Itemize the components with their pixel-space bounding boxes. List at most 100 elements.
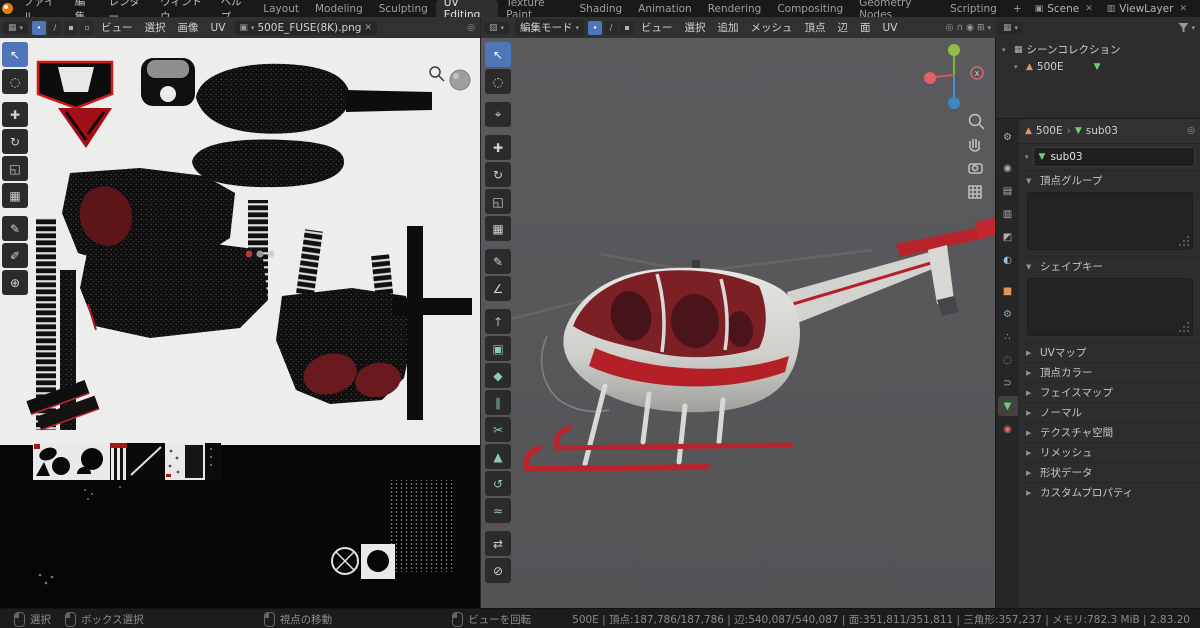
breadcrumb-data[interactable]: sub03 [1086,125,1118,137]
uv-menu-view[interactable]: ビュー [95,20,139,35]
tool-tweak[interactable]: ↖ [485,42,511,67]
pin-icon[interactable]: ◎ [467,23,475,33]
tool-select-circle[interactable]: ◌ [485,69,511,94]
mesh-menu[interactable]: メッシュ [745,20,799,35]
snap-magnet-icon[interactable]: ∩ [956,23,963,33]
tool-loop-cut[interactable]: ∥ [485,390,511,415]
select-mode-face[interactable]: ▪ [620,20,635,35]
scene-selector[interactable]: ▣ Scene ✕ [1030,3,1100,15]
tool-bevel[interactable]: ◆ [485,363,511,388]
tab-view-layer[interactable]: ▥ [998,204,1018,224]
menu-edit[interactable]: 編集 [67,0,101,23]
workspace-tab-compositing[interactable]: Compositing [769,0,851,17]
tool-poly-build[interactable]: ▲ [485,444,511,469]
tab-object[interactable]: ■ [998,281,1018,301]
tool-spin[interactable]: ↺ [485,471,511,496]
section-face-maps[interactable]: ▶ フェイスマップ [1019,382,1200,402]
tool-rip-region[interactable]: ⊘ [485,558,511,583]
menu-window[interactable]: ウィンドウ [152,0,212,23]
tab-modifiers[interactable]: ⚙ [998,304,1018,324]
tab-constraints[interactable]: ⊃ [998,373,1018,393]
tool-move[interactable]: ✚ [485,135,511,160]
image-unlink-icon[interactable]: ✕ [364,23,372,33]
workspace-tab-scripting[interactable]: Scripting [942,0,1005,17]
add-workspace-button[interactable]: + [1005,0,1030,17]
workspace-tab-geometry-nodes[interactable]: Geometry Nodes [851,0,942,21]
section-texture-space[interactable]: ▶ テクスチャ空間 [1019,422,1200,442]
breadcrumb-object[interactable]: 500E [1036,125,1063,137]
pin-icon[interactable]: ◎ [1187,126,1195,136]
uv-tool-rotate[interactable]: ↻ [2,129,28,154]
tool-scale[interactable]: ◱ [485,189,511,214]
section-normals[interactable]: ▶ ノーマル [1019,402,1200,422]
section-uv-maps[interactable]: ▶ UVマップ [1019,342,1200,362]
overlays-icon[interactable]: ⊞ [977,23,985,33]
section-vertex-colors[interactable]: ▶ 頂点カラー [1019,362,1200,382]
tab-scene[interactable]: ◩ [998,227,1018,247]
resize-grip-icon[interactable] [1187,244,1189,246]
workspace-tab-modeling[interactable]: Modeling [307,0,371,17]
shape-keys-list[interactable] [1027,278,1193,336]
disclosure-arrow-icon[interactable]: ▾ [1014,63,1022,71]
tool-inset[interactable]: ▣ [485,336,511,361]
tool-edge-slide[interactable]: ⇄ [485,531,511,556]
blender-logo-icon[interactable] [0,0,15,17]
outliner-row-object[interactable]: ▾ ▲ 500E ▼ [996,58,1200,75]
vertex-menu[interactable]: 頂点 [799,20,832,35]
uv-tool-transform[interactable]: ▦ [2,183,28,208]
tool-measure[interactable]: ∠ [485,276,511,301]
uv-menu[interactable]: UV [877,22,904,34]
workspace-tab-uv-editing[interactable]: UV Editing [435,0,499,21]
data-name-field[interactable]: ▼ sub03 [1032,147,1195,167]
section-geometry-data[interactable]: ▶ 形状データ [1019,462,1200,482]
proportional-edit-icon[interactable]: ◉ [966,23,974,33]
tool-annotate[interactable]: ✎ [485,249,511,274]
transform-orientation-icon[interactable]: ◎ [946,23,954,33]
disclosure-arrow-icon[interactable]: ▾ [1002,46,1010,54]
workspace-tab-layout[interactable]: Layout [255,0,307,17]
tool-cursor[interactable]: ⌖ [485,102,511,127]
workspace-tab-sculpting[interactable]: Sculpting [371,0,436,17]
uv-tool-annotate[interactable]: ✎ [2,216,28,241]
section-vertex-groups[interactable]: ▼ 頂点グループ [1019,170,1200,190]
chevron-down-icon[interactable]: ▾ [1025,153,1029,161]
select-menu[interactable]: 選択 [679,20,712,35]
viewlayer-unlink-icon[interactable]: ✕ [1177,4,1189,14]
menu-file[interactable]: ファイル [15,0,67,23]
tool-knife[interactable]: ✂ [485,417,511,442]
uv-tool-relax[interactable]: ⊕ [2,270,28,295]
uv-tool-tweak[interactable]: ↖ [2,42,28,67]
workspace-tab-animation[interactable]: Animation [630,0,700,17]
vertex-groups-list[interactable] [1027,192,1193,250]
workspace-tab-texture-paint[interactable]: Texture Paint [498,0,571,21]
tab-world[interactable]: ◐ [998,250,1018,270]
uv-menu-select[interactable]: 選択 [139,20,172,35]
tool-extrude[interactable]: ↑ [485,309,511,334]
filter-funnel-icon[interactable] [1178,23,1189,32]
viewlayer-selector[interactable]: ▥ ViewLayer ✕ [1102,3,1194,15]
viewport-3d[interactable]: X ↖ ◌ ⌖ ✚ ↻ ◱ ▦ ✎ ∠ ↑ ▣ ◆ ∥ ✂ ▲ ↺ ≈ ⇄ ⊘ [480,38,996,608]
tab-material[interactable]: ◉ [998,419,1018,439]
uv-select-mode-edge[interactable]: ∕ [48,20,63,35]
workspace-tab-rendering[interactable]: Rendering [700,0,770,17]
workspace-tab-shading[interactable]: Shading [572,0,631,17]
add-menu[interactable]: 追加 [712,20,745,35]
edge-menu[interactable]: 辺 [832,20,855,35]
uv-menu-uv[interactable]: UV [205,22,232,34]
view-menu[interactable]: ビュー [635,20,679,35]
select-mode-edge[interactable]: ∕ [604,20,619,35]
menu-render[interactable]: レンダー [101,0,153,23]
tab-physics[interactable]: ◌ [998,350,1018,370]
uv-tool-draw[interactable]: ✐ [2,243,28,268]
section-shape-keys[interactable]: ▼ シェイプキー [1019,256,1200,276]
tab-tool[interactable]: ⚙ [998,127,1018,147]
tool-transform[interactable]: ▦ [485,216,511,241]
uv-editor-canvas[interactable]: ↖ ◌ ✚ ↻ ◱ ▦ ✎ ✐ ⊕ [0,38,480,608]
uv-select-mode-face[interactable]: ▪ [64,20,79,35]
face-menu[interactable]: 面 [854,20,877,35]
tool-smooth[interactable]: ≈ [485,498,511,523]
uv-editor-type-button[interactable]: ▦ ▾ [3,21,29,34]
select-mode-vertex[interactable]: ∙ [588,20,603,35]
tool-rotate[interactable]: ↻ [485,162,511,187]
tab-particles[interactable]: ∴ [998,327,1018,347]
